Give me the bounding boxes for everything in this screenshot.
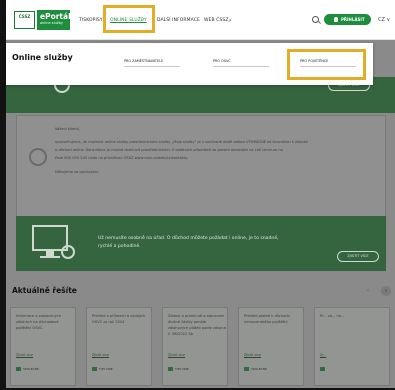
search-icon[interactable] <box>312 16 319 23</box>
option-highlight-box <box>287 49 366 80</box>
online-pension-banner: Už nemusíte osobně na úřad. O důchod můž… <box>16 216 386 271</box>
card-title: Přehled o příjmech a výdajích OSVČ za ro… <box>92 314 146 324</box>
eportal-logo[interactable]: ePortál online služby <box>37 10 71 30</box>
option-pro-zamestnavatele[interactable]: PRO ZAMĚSTNAVATELE <box>124 59 181 67</box>
card-item[interactable]: Př... zá... ne... Zj... <box>314 307 390 386</box>
section-title: Aktuálně řešíte <box>12 286 77 295</box>
info-text-1: upozorňujeme, že možnost online služby p… <box>55 140 308 144</box>
card-title: Informace o zaplacených zálohách na důch… <box>16 314 62 330</box>
card-badge: SPOLEČNÉ <box>16 367 39 371</box>
nav-tiskopisy[interactable]: TISKOPISY <box>79 18 103 23</box>
card-item[interactable]: Žádost o prominutí a stanovení dlužné čá… <box>162 307 228 386</box>
info-thanks: Děkujeme za pochopení. <box>55 170 100 174</box>
nav-highlight-box <box>103 5 155 33</box>
banner2-text: Už nemusíte osobně na úřad. O důchod můž… <box>98 236 279 249</box>
card-badge: TIPY DNE <box>168 367 189 371</box>
card-item[interactable]: Přehled plateb k důchodu nemocenského po… <box>238 307 304 386</box>
portal-subtitle: online služby <box>40 21 63 25</box>
page-overlay[interactable]: ZJISTIT VÍCE Vážení klienti, upozorňujem… <box>6 40 395 388</box>
external-link-icon: ↗ <box>228 18 232 23</box>
card-title: Přehled plateb k důchodu nemocenského po… <box>244 314 290 324</box>
language-selector[interactable]: CZ ∨ <box>378 17 390 23</box>
login-button[interactable]: PŘIHLÁSIT <box>324 14 371 25</box>
login-label: PŘIHLÁSIT <box>341 17 365 22</box>
card-link[interactable]: Zjistit více <box>92 353 109 357</box>
user-icon <box>334 17 338 22</box>
nav-web-cssz[interactable]: WEB ČSSZ <box>204 18 229 23</box>
card-item[interactable]: Přehled o příjmech a výdajích OSVČ za ro… <box>86 307 152 386</box>
carousel-next-icon[interactable]: › <box>381 286 391 296</box>
online-services-dropdown: Online služby PRO ZAMĚSTNAVATELE PRO OSV… <box>6 43 373 85</box>
info-text-2: o důchod online. Konzultace je možné dom… <box>55 148 283 152</box>
card-item[interactable]: Informace o zaplacených zálohách na důch… <box>10 307 76 386</box>
card-badge: SPOLEČNÉ <box>244 367 267 371</box>
card-title: Žádost o prominutí a stanovení dlužné čá… <box>168 314 226 336</box>
card-link[interactable]: Zjistit více <box>16 353 33 357</box>
card-link[interactable]: Zjistit více <box>168 353 185 357</box>
cssz-logo[interactable]: ČSSZ <box>14 11 35 29</box>
top-header: ČSSZ ePortál online služby TISKOPISY ONL… <box>6 0 395 40</box>
portal-name: ePortál <box>40 12 71 21</box>
banner2-more-button[interactable]: ZJISTIT VÍCE <box>337 251 379 262</box>
carousel-prev-icon[interactable]: ‹ <box>367 288 369 294</box>
card-title: Př... zá... ne... <box>320 314 345 318</box>
info-box: Vážení klienti, upozorňujeme, že možnost… <box>16 115 386 220</box>
nav-dalsi-informace[interactable]: DALŠÍ INFORMACE <box>157 18 200 23</box>
card-badge: TIPY DNE <box>92 367 113 371</box>
info-heading: Vážení klienti, <box>55 127 81 131</box>
info-text-3: čísle 800 055 245 nebo na příslušnou OSS… <box>55 156 189 160</box>
option-pro-osvc[interactable]: PRO OSVČ <box>213 59 268 67</box>
card-link[interactable]: Zjistit více <box>244 353 261 357</box>
card-link[interactable]: Zj... <box>320 353 326 357</box>
computer-icon <box>32 225 75 259</box>
dropdown-title: Online služby <box>12 53 73 62</box>
info-icon <box>29 148 47 166</box>
